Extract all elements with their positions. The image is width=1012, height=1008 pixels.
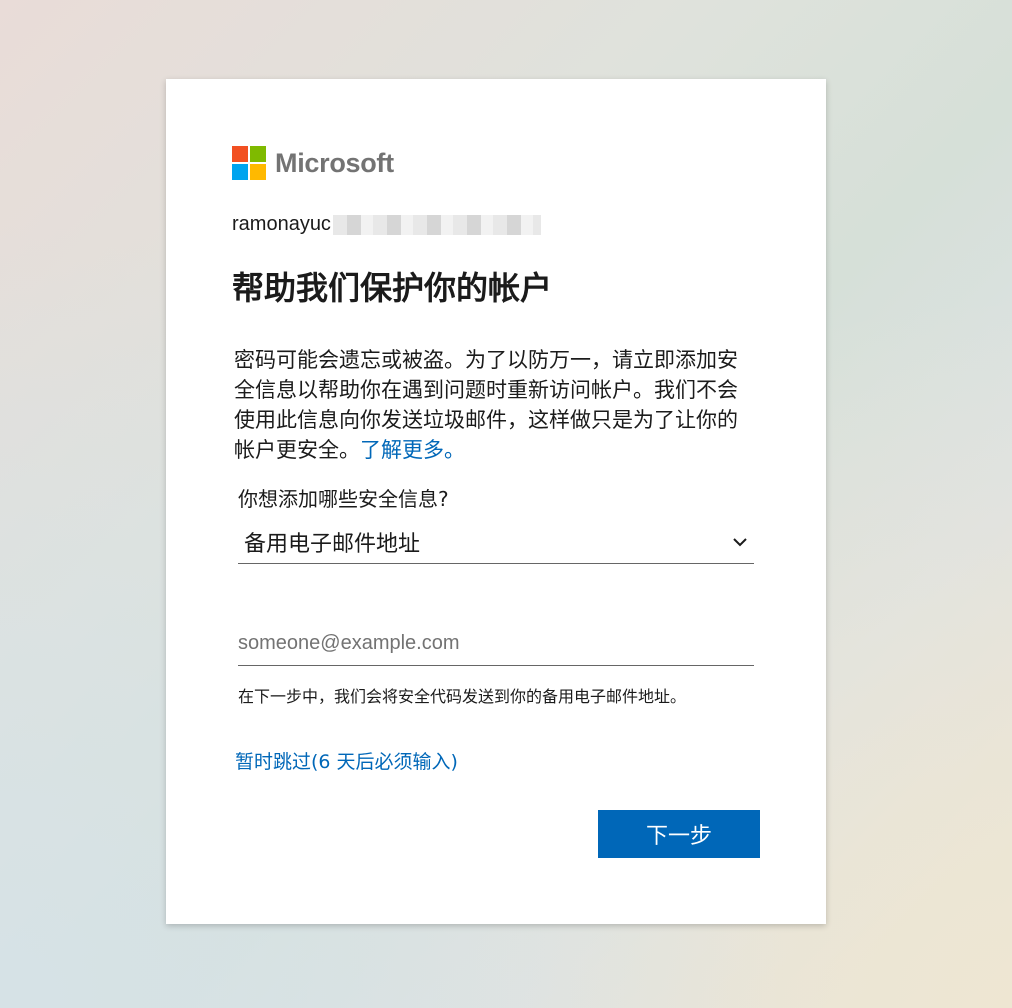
logo-blue-square (232, 164, 248, 180)
microsoft-logo: Microsoft (232, 146, 394, 180)
security-type-dropdown[interactable]: 备用电子邮件地址 (238, 520, 754, 564)
security-type-selected: 备用电子邮件地址 (244, 531, 421, 557)
page-description: 密码可能会遗忘或被盗。为了以防万一，请立即添加安全信息以帮助你在遇到问题时重新访… (234, 345, 758, 465)
logo-yellow-square (250, 164, 266, 180)
email-field[interactable] (238, 619, 754, 666)
redacted-username (332, 214, 541, 235)
logo-red-square (232, 146, 248, 162)
chevron-down-icon (730, 532, 750, 552)
logo-green-square (250, 146, 266, 162)
sign-in-card: Microsoft ramonayuc 帮助我们保护你的帐户 密码可能会遗忘或被… (166, 79, 826, 924)
page-title: 帮助我们保护你的帐户 (232, 269, 553, 307)
description-text: 密码可能会遗忘或被盗。为了以防万一，请立即添加安全信息以帮助你在遇到问题时重新访… (234, 348, 738, 462)
brand-name: Microsoft (275, 147, 394, 178)
microsoft-logo-icon (232, 146, 266, 180)
next-button[interactable]: 下一步 (598, 810, 760, 858)
account-identity: ramonayuc (232, 213, 541, 236)
security-info-question: 你想添加哪些安全信息? (238, 487, 449, 511)
username-text: ramonayuc (232, 213, 331, 235)
learn-more-link[interactable]: 了解更多。 (360, 438, 465, 462)
security-code-hint: 在下一步中，我们会将安全代码发送到你的备用电子邮件地址。 (238, 687, 687, 706)
skip-for-now-link[interactable]: 暂时跳过(6 天后必须输入) (235, 747, 458, 774)
